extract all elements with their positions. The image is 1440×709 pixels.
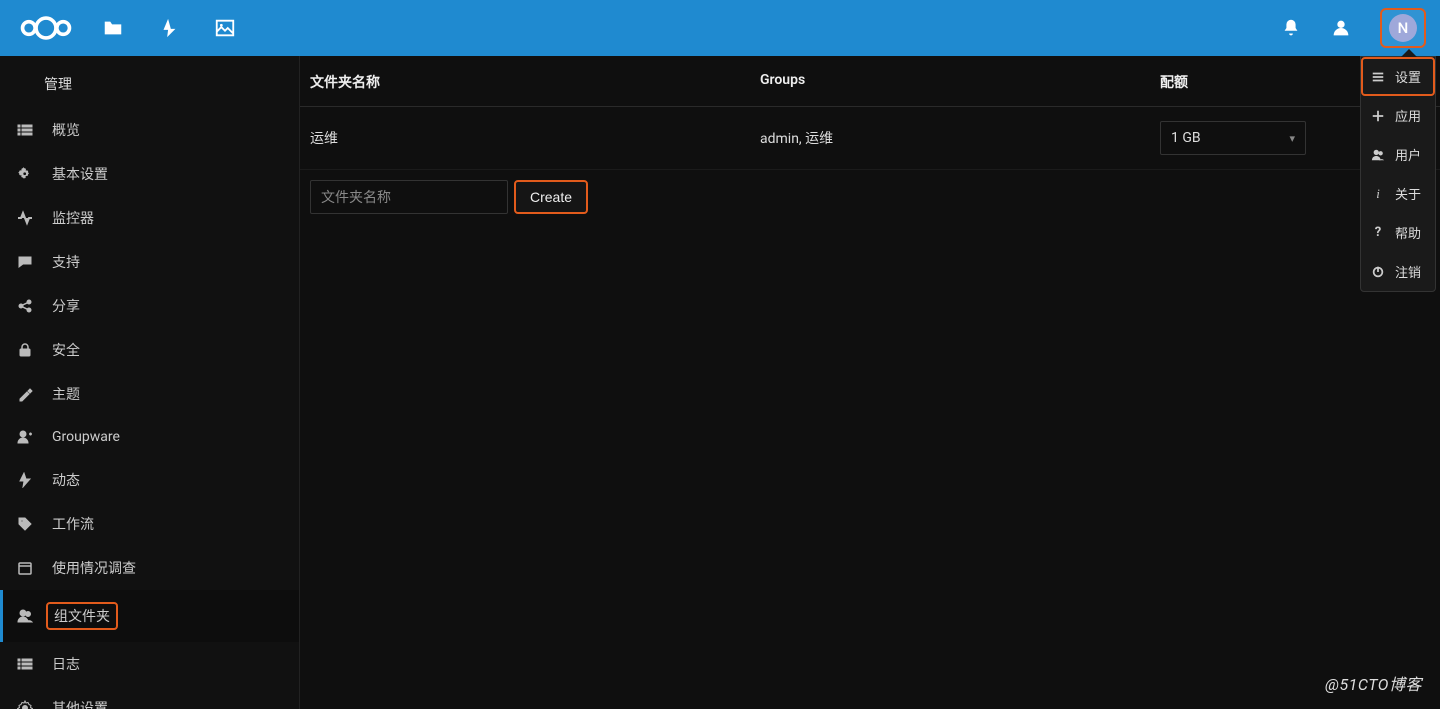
menu-label: 设置 bbox=[1395, 67, 1421, 86]
sidebar-item-overview[interactable]: 概览 bbox=[0, 108, 299, 152]
sidebar-item-monitor[interactable]: 监控器 bbox=[0, 196, 299, 240]
menu-about[interactable]: i 关于 bbox=[1361, 174, 1435, 213]
list-icon bbox=[16, 121, 34, 139]
sidebar-item-label: 其他设置 bbox=[52, 698, 108, 709]
users-icon bbox=[1371, 148, 1385, 162]
bolt-icon bbox=[16, 471, 34, 489]
files-icon[interactable] bbox=[102, 17, 124, 39]
notifications-icon[interactable] bbox=[1280, 17, 1302, 39]
sidebar-item-label: 基本设置 bbox=[52, 164, 108, 184]
sidebar-item-label: 动态 bbox=[52, 470, 80, 490]
sidebar-item-share[interactable]: 分享 bbox=[0, 284, 299, 328]
sidebar-title: 管理 bbox=[0, 66, 299, 108]
table-header: 文件夹名称 Groups 配额 bbox=[300, 56, 1440, 107]
menu-help[interactable]: ? 帮助 bbox=[1361, 213, 1435, 252]
menu-label: 帮助 bbox=[1395, 223, 1421, 242]
sidebar-item-basic-settings[interactable]: 基本设置 bbox=[0, 152, 299, 196]
sidebar-item-label: 支持 bbox=[52, 252, 80, 272]
activity-icon[interactable] bbox=[158, 17, 180, 39]
contacts-icon[interactable] bbox=[1330, 17, 1352, 39]
app-logo[interactable] bbox=[18, 14, 74, 42]
sidebar-item-label: 监控器 bbox=[52, 208, 94, 228]
quota-select[interactable]: 1 GB ▾ bbox=[1160, 121, 1306, 155]
sidebar-item-label: 使用情况调查 bbox=[52, 558, 136, 578]
sidebar-item-logs[interactable]: 日志 bbox=[0, 642, 299, 686]
sidebar-item-label: 组文件夹 bbox=[46, 602, 118, 630]
menu-users[interactable]: 用户 bbox=[1361, 135, 1435, 174]
sidebar-item-label: 工作流 bbox=[52, 514, 94, 534]
sidebar-item-label: 概览 bbox=[52, 120, 80, 140]
topbar: N 设置 应用 用户 i 关于 ? 帮助 注销 bbox=[0, 0, 1440, 56]
sidebar-item-theme[interactable]: 主题 bbox=[0, 372, 299, 416]
list-icon bbox=[1371, 70, 1385, 84]
sidebar-item-label: Groupware bbox=[52, 429, 120, 445]
calendar-icon bbox=[16, 559, 34, 577]
main-content: 文件夹名称 Groups 配额 运维 admin, 运维 1 GB ▾ Crea… bbox=[300, 56, 1440, 709]
sidebar-item-workflow[interactable]: 工作流 bbox=[0, 502, 299, 546]
create-row: Create bbox=[300, 169, 1440, 224]
menu-settings[interactable]: 设置 bbox=[1361, 57, 1435, 96]
avatar: N bbox=[1389, 14, 1417, 42]
sidebar-item-label: 安全 bbox=[52, 340, 80, 360]
activity-icon bbox=[16, 209, 34, 227]
menu-apps[interactable]: 应用 bbox=[1361, 96, 1435, 135]
sidebar-item-activity[interactable]: 动态 bbox=[0, 458, 299, 502]
info-icon: i bbox=[1371, 187, 1385, 201]
plus-icon bbox=[1371, 109, 1385, 123]
gear-icon bbox=[16, 699, 34, 709]
power-icon bbox=[1371, 265, 1385, 279]
folder-name-input[interactable] bbox=[310, 180, 508, 214]
create-button[interactable]: Create bbox=[514, 180, 588, 214]
brush-icon bbox=[16, 385, 34, 403]
share-icon bbox=[16, 297, 34, 315]
col-header-name: 文件夹名称 bbox=[310, 72, 760, 92]
users-icon bbox=[16, 607, 34, 625]
cell-groups: admin, 运维 bbox=[760, 128, 1160, 148]
sidebar-item-other-settings[interactable]: 其他设置 bbox=[0, 686, 299, 709]
quota-value: 1 GB bbox=[1171, 130, 1201, 146]
sidebar-item-support[interactable]: 支持 bbox=[0, 240, 299, 284]
col-header-groups: Groups bbox=[760, 72, 1160, 92]
sidebar-item-security[interactable]: 安全 bbox=[0, 328, 299, 372]
menu-label: 应用 bbox=[1395, 106, 1421, 125]
menu-logout[interactable]: 注销 bbox=[1361, 252, 1435, 291]
lock-icon bbox=[16, 341, 34, 359]
menu-label: 关于 bbox=[1395, 184, 1421, 203]
user-menu-button[interactable]: N bbox=[1380, 8, 1426, 48]
app-nav bbox=[102, 17, 236, 39]
gear-icon bbox=[16, 165, 34, 183]
menu-label: 注销 bbox=[1395, 262, 1421, 281]
admin-sidebar: 管理 概览 基本设置 监控器 支持 分享 安全 主题 bbox=[0, 56, 300, 709]
table-row[interactable]: 运维 admin, 运维 1 GB ▾ bbox=[300, 107, 1440, 169]
tag-icon bbox=[16, 515, 34, 533]
list-icon bbox=[16, 655, 34, 673]
menu-label: 用户 bbox=[1395, 145, 1421, 164]
sidebar-item-groupware[interactable]: Groupware bbox=[0, 416, 299, 458]
sidebar-item-label: 主题 bbox=[52, 384, 80, 404]
cell-name: 运维 bbox=[310, 128, 760, 148]
user-dropdown: 设置 应用 用户 i 关于 ? 帮助 注销 bbox=[1360, 56, 1436, 292]
topbar-right: N bbox=[1280, 8, 1426, 48]
chevron-down-icon: ▾ bbox=[1289, 132, 1295, 145]
sidebar-item-groupfolders[interactable]: 组文件夹 bbox=[0, 590, 299, 642]
chat-icon bbox=[16, 253, 34, 271]
question-icon: ? bbox=[1371, 226, 1385, 240]
sidebar-item-usage[interactable]: 使用情况调查 bbox=[0, 546, 299, 590]
sidebar-item-label: 分享 bbox=[52, 296, 80, 316]
gallery-icon[interactable] bbox=[214, 17, 236, 39]
sidebar-item-label: 日志 bbox=[52, 654, 80, 674]
userplus-icon bbox=[16, 428, 34, 446]
